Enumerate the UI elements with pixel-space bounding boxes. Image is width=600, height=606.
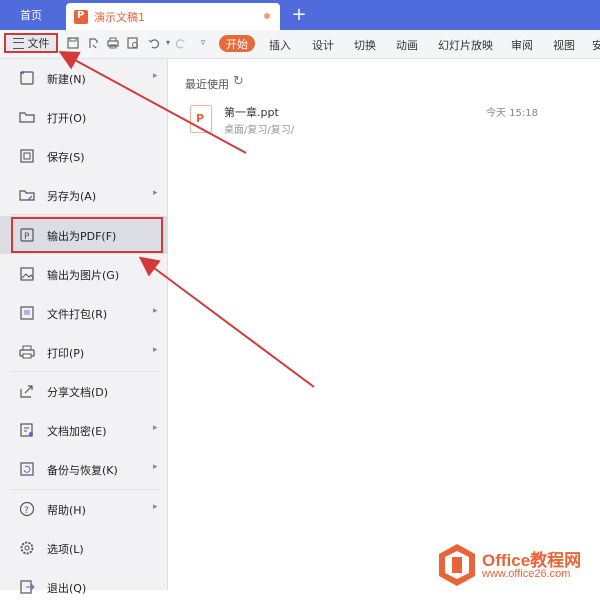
save-as-icon (19, 187, 35, 203)
chevron-right-icon: ▸ (153, 345, 158, 355)
watermark: Office教程网 www.office26.com (438, 543, 598, 587)
tab-home[interactable]: 首页 (0, 0, 62, 30)
menu-item-label: 文件打包(R) (47, 308, 108, 321)
menu-item-label: 备份与恢复(K) (47, 464, 118, 477)
svg-text:?: ? (24, 506, 29, 516)
menu-item-exit[interactable]: 退出(Q) (0, 568, 167, 606)
recent-file-name[interactable]: 第一章.ppt (224, 104, 279, 120)
unsaved-dot-icon (264, 13, 270, 19)
menu-item-help[interactable]: ? 帮助(H) ▸ (0, 490, 167, 528)
menu-item-label: 打印(P) (47, 347, 85, 360)
chevron-right-icon: ▸ (153, 71, 158, 81)
chevron-right-icon: ▸ (153, 502, 158, 512)
menu-item-label: 分享文档(D) (47, 386, 109, 399)
recent-file-time: 今天 15:18 (486, 108, 538, 119)
undo-dropdown-icon[interactable]: ▾ (161, 36, 175, 50)
file-menu-label: 文件 (27, 37, 50, 50)
recent-title: 最近使用 (185, 78, 229, 91)
tab-slideshow[interactable]: 幻灯片放映 (438, 37, 493, 53)
ppt-file-icon (190, 105, 212, 133)
tab-document-title: 演示文稿1 (94, 10, 145, 24)
menu-item-label: 帮助(H) (47, 504, 86, 517)
encrypt-icon (19, 422, 35, 438)
more-dropdown-icon[interactable]: ▿ (196, 36, 210, 50)
menu-item-label: 选项(L) (47, 543, 84, 556)
add-tab-button[interactable]: + (288, 4, 310, 25)
menu-item-label: 打开(O) (47, 112, 87, 125)
menu-item-save-as[interactable]: 另存为(A) ▸ (0, 176, 167, 214)
menu-item-label: 退出(Q) (47, 582, 87, 595)
package-icon (19, 305, 35, 321)
new-icon (19, 70, 35, 86)
print-icon[interactable] (106, 36, 120, 50)
tab-document[interactable]: 演示文稿1 (66, 3, 280, 30)
menu-item-share[interactable]: 分享文档(D) (0, 372, 167, 410)
file-menu-panel: 新建(N) ▸ 打开(O) 保存(S) 另存为(A) ▸ P 输出为PDF(F)… (0, 59, 168, 595)
gear-icon (19, 540, 35, 556)
file-menu-button[interactable]: 文件 (4, 33, 58, 53)
chevron-right-icon: ▸ (153, 423, 158, 433)
chevron-right-icon: ▸ (153, 188, 158, 198)
save-icon (19, 148, 35, 164)
export-icon[interactable] (86, 36, 100, 50)
save-icon[interactable] (66, 36, 80, 50)
watermark-url: www.office26.com (482, 568, 571, 580)
tab-insert[interactable]: 插入 (269, 37, 291, 53)
help-icon: ? (19, 501, 35, 517)
menu-item-export-image[interactable]: 输出为图片(G) (0, 255, 167, 293)
tab-transition[interactable]: 切换 (354, 37, 376, 53)
image-icon (19, 266, 35, 282)
recent-file-path: 桌面/复习/复习/ (224, 125, 295, 136)
menu-item-open[interactable]: 打开(O) (0, 98, 167, 136)
chevron-right-icon: ▸ (153, 306, 158, 316)
office-logo-icon (439, 544, 475, 586)
menu-item-package[interactable]: 文件打包(R) ▸ (0, 294, 167, 332)
exit-icon (19, 579, 35, 595)
tab-view[interactable]: 视图 (553, 37, 575, 53)
chevron-right-icon: ▸ (153, 462, 158, 472)
tab-bar: 首页 演示文稿1 + (0, 0, 600, 30)
menu-item-new[interactable]: 新建(N) ▸ (0, 59, 167, 97)
menu-item-options[interactable]: 选项(L) (0, 529, 167, 567)
tab-review[interactable]: 审阅 (511, 37, 533, 53)
tab-security[interactable]: 安 (592, 37, 600, 53)
backup-icon (19, 461, 35, 477)
menu-item-label: 保存(S) (47, 151, 85, 164)
menu-item-label: 新建(N) (47, 73, 86, 86)
tab-start[interactable]: 开始 (219, 35, 255, 52)
menu-item-save[interactable]: 保存(S) (0, 137, 167, 175)
menu-item-print[interactable]: 打印(P) ▸ (0, 333, 167, 371)
menu-item-label: 输出为图片(G) (47, 269, 120, 282)
menu-divider (10, 214, 160, 215)
tab-animation[interactable]: 动画 (396, 37, 418, 53)
share-icon (19, 383, 35, 399)
undo-icon[interactable] (147, 36, 161, 50)
redo-icon[interactable] (174, 36, 188, 50)
menu-item-label: 文档加密(E) (47, 425, 107, 438)
menu-item-backup[interactable]: 备份与恢复(K) ▸ (0, 450, 167, 488)
refresh-icon[interactable]: ↻ (233, 74, 244, 89)
open-icon (19, 109, 35, 125)
hamburger-icon (12, 37, 24, 49)
menu-item-label: 另存为(A) (47, 190, 97, 203)
preview-icon[interactable] (126, 36, 140, 50)
ppt-icon (74, 9, 88, 24)
print-icon (19, 344, 35, 360)
highlight-box (11, 217, 163, 253)
menu-item-encrypt[interactable]: 文档加密(E) ▸ (0, 411, 167, 449)
tab-design[interactable]: 设计 (312, 37, 334, 53)
